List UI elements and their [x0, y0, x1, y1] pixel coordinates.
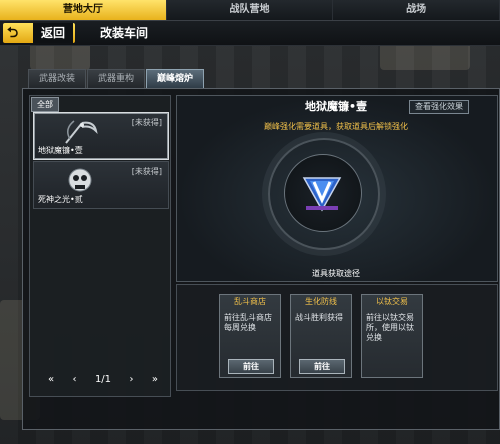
go-button[interactable]: 前往 — [299, 359, 345, 374]
card-title: 生化防线 — [305, 297, 337, 306]
tab-weapon-rebuild[interactable]: 武器重构 — [87, 69, 145, 89]
card-desc: 战斗胜利获得 — [295, 313, 343, 322]
page-indicator: 1/1 — [94, 373, 112, 385]
card-title: 以钛交易 — [376, 297, 408, 306]
item-status: [未获得] — [131, 118, 162, 127]
tab-battlefield[interactable]: 战场 — [333, 0, 500, 20]
sub-tabs: 武器改装 武器重构 巅峰熔炉 — [28, 69, 205, 89]
tab-team-camp[interactable]: 战队营地 — [166, 0, 334, 20]
back-arrow-icon: ⮌ — [7, 25, 19, 41]
scythe-icon — [65, 120, 98, 144]
card-title: 乱斗商店 — [234, 297, 266, 306]
back-button[interactable]: ⮌ 返回 — [3, 23, 75, 43]
v-gem-icon — [302, 177, 342, 212]
card-desc: 前往乱斗商店每周兑换 — [224, 313, 272, 332]
acquisition-label: 道具获取途径 — [312, 269, 360, 278]
tab-camp-hall[interactable]: 营地大厅 — [0, 0, 167, 20]
card-desc: 前往以钛交易所，使用以钛兑换 — [366, 313, 414, 342]
acquisition-card: 生化防线 战斗胜利获得 前往 — [290, 294, 352, 378]
item-status: [未获得] — [131, 167, 162, 176]
top-nav: 营地大厅 战队营地 战场 — [0, 0, 500, 21]
prev-page-button[interactable]: ‹ — [73, 374, 77, 385]
skull-icon — [68, 168, 92, 192]
tab-peak-furnace[interactable]: 巅峰熔炉 — [146, 69, 204, 89]
page-header: ⮌ 返回 改装车间 — [0, 21, 500, 46]
acquisition-card: 以钛交易 前往以钛交易所，使用以钛兑换 — [361, 294, 423, 378]
go-button[interactable]: 前往 — [228, 359, 274, 374]
item-name: 死神之光•贰 — [38, 195, 83, 204]
back-button-label: 返回 — [33, 23, 73, 43]
view-effect-button[interactable]: 查看强化效果 — [409, 100, 469, 114]
first-page-button[interactable]: « — [48, 374, 54, 385]
next-page-button[interactable]: › — [129, 374, 133, 385]
filter-all-button[interactable]: 全部 — [31, 97, 59, 112]
acquisition-card: 乱斗商店 前往乱斗商店每周兑换 前往 — [219, 294, 281, 378]
list-item[interactable]: [未获得] 地狱魔镰•壹 — [33, 112, 169, 160]
item-name: 地狱魔镰•壹 — [38, 146, 83, 155]
page-title: 改装车间 — [100, 26, 149, 40]
list-item[interactable]: [未获得] 死神之光•贰 — [33, 161, 169, 209]
tab-weapon-modify[interactable]: 武器改装 — [28, 69, 86, 89]
unlock-hint: 巅峰强化需要道具，获取道具后解锁强化 — [264, 122, 408, 131]
pager: « ‹ 1/1 › » — [48, 372, 158, 386]
last-page-button[interactable]: » — [152, 374, 158, 385]
